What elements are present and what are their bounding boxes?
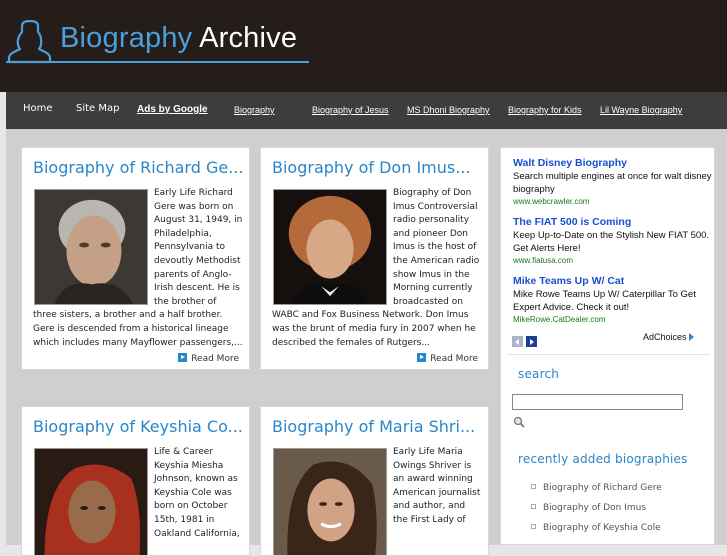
adchoices-link[interactable]: AdChoices [643, 332, 694, 342]
ad-description: Search multiple engines at once for walt… [513, 171, 712, 195]
post-card: Biography of Maria Shri... Early Life Ma… [260, 406, 489, 556]
nav-ad-link-lil-wayne[interactable]: Lil Wayne Biography [600, 105, 682, 115]
post-excerpt-wrap: Early Life Maria Owings Shriver is an aw… [272, 446, 482, 555]
post-excerpt-wrap: Early Life Richard Gere was born on Augu… [33, 187, 243, 350]
bullet-icon [531, 524, 536, 529]
recent-heading: recently added biographies [518, 452, 688, 466]
post-card: Biography of Don Imus... Biography of Do… [260, 147, 489, 370]
sidebar-ad[interactable]: The FIAT 500 is Coming Keep Up-to-Date o… [513, 216, 713, 267]
logo-word-biography: Biography [60, 22, 193, 54]
ad-url[interactable]: www.fiatusa.com [513, 255, 713, 267]
post-excerpt: Early Life Maria Owings Shriver is an aw… [393, 447, 481, 525]
logo-underline [6, 61, 309, 63]
chevron-left-icon[interactable] [512, 336, 523, 347]
post-excerpt-wrap: Life & Career Keyshia Miesha Johnson, kn… [33, 446, 243, 555]
ad-description: Keep Up-to-Date on the Stylish New FIAT … [513, 230, 710, 254]
ad-url[interactable]: MikeRowe.CatDealer.com [513, 314, 713, 326]
nav-ad-link-jesus[interactable]: Biography of Jesus [312, 105, 389, 115]
site-logo[interactable]: Biography Archive [60, 22, 297, 55]
sidebar-ad[interactable]: Mike Teams Up W/ Cat Mike Rowe Teams Up … [513, 275, 713, 326]
post-title[interactable]: Biography of Richard Ge... [33, 158, 243, 177]
list-item[interactable]: Biography of Don Imus [531, 503, 646, 513]
ad-title[interactable]: The FIAT 500 is Coming [513, 216, 713, 229]
magnifier-icon[interactable] [513, 416, 525, 428]
search-heading: search [518, 367, 560, 381]
nav-ad-link-dhoni[interactable]: MS Dhoni Biography [407, 105, 490, 115]
nav-ad-link-biography[interactable]: Biography [234, 105, 275, 115]
post-title[interactable]: Biography of Keyshia Co... [33, 417, 243, 436]
ad-pager [512, 332, 540, 351]
nav-home[interactable]: Home [23, 103, 53, 114]
list-item[interactable]: Biography of Keyshia Cole [531, 523, 661, 533]
bullet-icon [531, 504, 536, 509]
sidebar-ad[interactable]: Walt Disney Biography Search multiple en… [513, 157, 713, 208]
post-card: Biography of Keyshia Co... Life & Career… [21, 406, 250, 556]
adchoices-icon [688, 333, 694, 341]
play-arrow-icon [178, 353, 188, 362]
post-excerpt-wrap: Biography of Don Imus Controversial radi… [272, 187, 482, 350]
nav-sitemap[interactable]: Site Map [76, 103, 119, 114]
main-nav: Home Site Map Ads by Google Biography Bi… [6, 92, 727, 129]
ad-title[interactable]: Walt Disney Biography [513, 157, 713, 170]
post-title[interactable]: Biography of Maria Shri... [272, 417, 475, 436]
ad-description: Mike Rowe Teams Up W/ Caterpillar To Get… [513, 289, 696, 313]
post-title[interactable]: Biography of Don Imus... [272, 158, 470, 177]
play-arrow-icon [417, 353, 427, 362]
divider [507, 354, 710, 355]
ads-by-google-label[interactable]: Ads by Google [137, 104, 208, 115]
sidebar: Walt Disney Biography Search multiple en… [500, 147, 715, 545]
nav-ad-link-kids[interactable]: Biography for Kids [508, 105, 582, 115]
post-card: Biography of Richard Ge... Early Life Ri… [21, 147, 250, 370]
post-excerpt: Life & Career Keyshia Miesha Johnson, kn… [154, 447, 240, 539]
ad-url[interactable]: www.webcrawler.com [513, 196, 713, 208]
bullet-icon [531, 484, 536, 489]
ad-title[interactable]: Mike Teams Up W/ Cat [513, 275, 713, 288]
read-more-link[interactable]: Read More [417, 353, 478, 364]
silhouette-head-icon[interactable] [6, 20, 66, 64]
search-input[interactable] [512, 394, 683, 410]
logo-word-archive: Archive [199, 22, 298, 54]
site-header: Biography Archive [0, 0, 727, 92]
chevron-right-icon[interactable] [526, 336, 537, 347]
read-more-link[interactable]: Read More [178, 353, 239, 364]
list-item[interactable]: Biography of Richard Gere [531, 483, 662, 493]
